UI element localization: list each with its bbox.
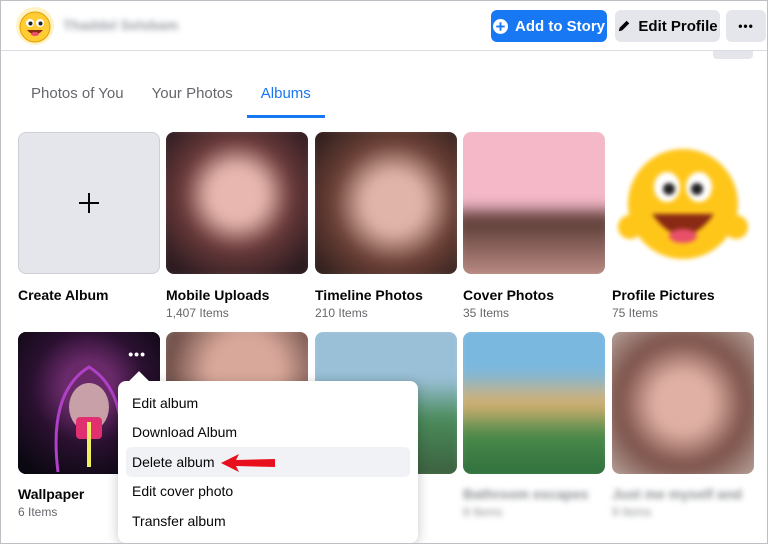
- album-count: 210 Items: [315, 306, 368, 320]
- more-options-label: •••: [738, 19, 754, 33]
- plus-circle-icon: [493, 18, 508, 34]
- profile-header: Thaddel Selsbam Add to Story Edit Profil…: [1, 1, 767, 51]
- album-profile-pictures[interactable]: Profile Pictures 75 Items: [612, 132, 754, 320]
- emoji-thumbnail-icon: [618, 149, 748, 259]
- tab-your-photos[interactable]: Your Photos: [138, 73, 247, 118]
- tab-albums[interactable]: Albums: [246, 73, 325, 118]
- album-cover-photos[interactable]: Cover Photos 35 Items: [463, 132, 605, 320]
- album-count: 75 Items: [612, 306, 659, 320]
- tab-photos-of-you[interactable]: Photos of You: [17, 73, 138, 118]
- album-title[interactable]: Cover Photos: [463, 287, 605, 303]
- album-count: 1,407 Items: [166, 306, 229, 320]
- album-thumbnail[interactable]: [463, 132, 605, 274]
- header-button-edge: [713, 51, 753, 59]
- add-to-story-button[interactable]: Add to Story: [491, 10, 607, 42]
- album-create[interactable]: Create Album: [18, 132, 160, 303]
- album-title[interactable]: Just me myself and: [612, 486, 754, 502]
- app-frame: Thaddel Selsbam Add to Story Edit Profil…: [0, 0, 768, 544]
- photo-tabs: Photos of You Your Photos Albums: [17, 73, 325, 118]
- edit-profile-label: Edit Profile: [638, 17, 718, 35]
- pencil-icon: [617, 19, 631, 33]
- plus-icon: [79, 193, 99, 213]
- add-to-story-label: Add to Story: [515, 17, 605, 35]
- album-count: 9 Items: [612, 505, 652, 519]
- album-thumbnail[interactable]: [166, 132, 308, 274]
- album-bathroom-escapes[interactable]: Bathroom escapes 8 Items: [463, 332, 605, 519]
- album-title[interactable]: Timeline Photos: [315, 287, 457, 303]
- album-title[interactable]: Bathroom escapes: [463, 486, 605, 502]
- album-thumbnail[interactable]: [612, 132, 754, 274]
- album-title[interactable]: Create Album: [18, 287, 160, 303]
- edit-profile-button[interactable]: Edit Profile: [615, 10, 720, 42]
- album-mobile-uploads[interactable]: Mobile Uploads 1,407 Items: [166, 132, 308, 320]
- album-timeline-photos[interactable]: Timeline Photos 210 Items: [315, 132, 457, 320]
- more-options-button[interactable]: •••: [726, 10, 766, 42]
- album-count: 8 Items: [463, 505, 503, 519]
- album-thumbnail[interactable]: [315, 132, 457, 274]
- album-title[interactable]: Profile Pictures: [612, 287, 754, 303]
- album-thumbnail[interactable]: [612, 332, 754, 474]
- emoji-avatar-icon: [19, 11, 51, 43]
- menu-item-transfer-album[interactable]: Transfer album: [126, 506, 410, 536]
- profile-name[interactable]: Thaddel Selsbam: [63, 17, 178, 33]
- album-thumbnail[interactable]: [463, 332, 605, 474]
- menu-item-download-album[interactable]: Download Album: [126, 418, 410, 448]
- album-count: 35 Items: [463, 306, 510, 320]
- red-arrow-icon: [221, 454, 275, 472]
- avatar[interactable]: [16, 7, 54, 45]
- album-title[interactable]: Mobile Uploads: [166, 287, 308, 303]
- menu-item-edit-album[interactable]: Edit album: [126, 388, 410, 418]
- create-album-tile[interactable]: [18, 132, 160, 274]
- menu-item-edit-cover-photo[interactable]: Edit cover photo: [126, 477, 410, 507]
- album-just-me[interactable]: Just me myself and 9 Items: [612, 332, 754, 519]
- album-options-icon[interactable]: •••: [128, 346, 146, 362]
